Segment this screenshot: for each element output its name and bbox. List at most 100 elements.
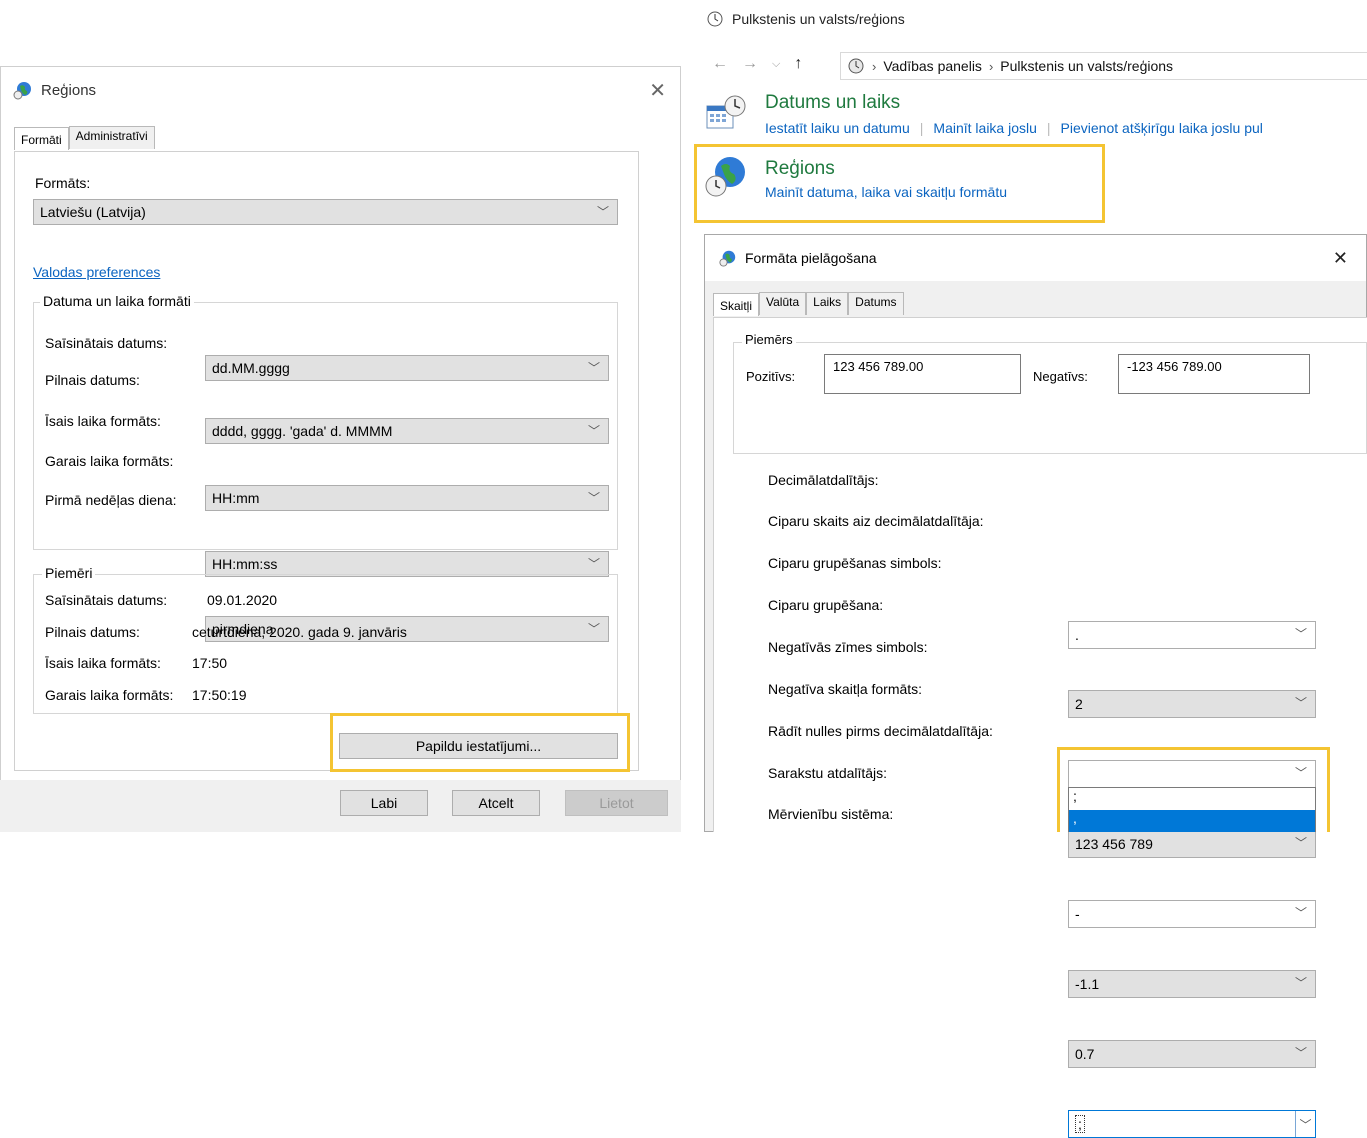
chevron-down-icon: ﹀ [1294, 906, 1307, 920]
example-label: Īsais laika formāts: [45, 655, 161, 671]
negative-sample-box: -123 456 789.00 [1118, 354, 1310, 394]
chevron-down-icon: ﹀ [1294, 836, 1307, 850]
format-label: Formāts: [35, 175, 91, 191]
select-value: - [1075, 906, 1080, 922]
tab-administrative[interactable]: Administratīvi [68, 126, 155, 149]
example-value: 09.01.2020 [207, 592, 278, 608]
field-label: Garais laika formāts: [45, 453, 174, 469]
format-select[interactable]: Latviešu (Latvija) ﹀ [33, 199, 618, 225]
setting-label: Rādīt nulles pirms decimālatdalītāja: [768, 723, 993, 739]
link-separator: | [919, 120, 924, 136]
up-arrow-icon[interactable]: ↑ [794, 55, 802, 73]
calendar-clock-icon [706, 94, 748, 132]
setting-label: Negatīva skaitļa formāts: [768, 681, 923, 697]
language-preferences-link[interactable]: Valodas preferences [33, 264, 160, 280]
recent-dropdown-icon[interactable]: ⌵ [772, 58, 780, 71]
region-dialog-titlebar: Reģions ✕ [1, 67, 680, 113]
list-separator-highlight [1057, 747, 1330, 832]
positive-sample-box: 123 456 789.00 [824, 354, 1021, 394]
field-label: Pirmā nedēļas diena: [45, 492, 177, 508]
chevron-down-icon: ﹀ [587, 424, 600, 438]
back-arrow-icon[interactable]: ← [712, 55, 728, 73]
customize-dialog-titlebar: Formāta pielāgošana ✕ [705, 235, 1366, 281]
chevron-down-icon: ﹀ [587, 557, 600, 571]
ok-button[interactable]: Labi [340, 790, 428, 816]
select-value: . [1075, 627, 1079, 643]
example-value: ceturtdiena, 2020. gada 9. janvāris [192, 624, 407, 640]
forward-arrow-icon[interactable]: → [742, 55, 758, 73]
address-bar[interactable]: › Vadības panelis › Pulkstenis un valsts… [840, 52, 1367, 80]
field-label: Pilnais datums: [45, 372, 140, 388]
link-change-timezone[interactable]: Mainīt laika joslu [933, 120, 1037, 136]
negative-sign-select[interactable]: - ﹀ [1068, 900, 1316, 928]
control-panel-title: Pulkstenis un valsts/reģions [732, 11, 905, 27]
leading-zeros-select[interactable]: 0.7 ﹀ [1068, 1040, 1316, 1068]
positive-label: Pozitīvs: [746, 369, 796, 384]
globe-icon [719, 249, 737, 267]
select-value: 123 456 789 [1075, 836, 1153, 852]
nav-buttons: ← → ⌵ ↑ [712, 55, 802, 73]
setting-label: Ciparu grupēšana: [768, 597, 884, 613]
select-value: 2 [1075, 696, 1083, 712]
section-title-date-time[interactable]: Datums un laiks [765, 92, 900, 114]
setting-label: Ciparu skaits aiz decimālatdalītāja: [768, 513, 984, 529]
chevron-down-icon: ﹀ [1294, 1046, 1307, 1060]
select-value: 0.7 [1075, 1046, 1095, 1062]
link-add-clocks[interactable]: Pievienot atšķirīgu laika joslu pul [1061, 120, 1263, 136]
short-date-select[interactable]: dd.MM.gggg ﹀ [205, 355, 609, 381]
field-label: Saīsinātais datums: [45, 335, 168, 351]
breadcrumb-item[interactable]: Pulkstenis un valsts/reģions [1000, 58, 1173, 74]
cancel-button[interactable]: Atcelt [452, 790, 540, 816]
close-icon[interactable]: ✕ [1333, 248, 1348, 269]
short-time-select[interactable]: HH:mm ﹀ [205, 485, 609, 511]
control-panel-icon [706, 10, 724, 28]
example-label: Garais laika formāts: [45, 687, 174, 703]
apply-button[interactable]: Lietot [565, 790, 668, 816]
select-value: HH:mm:ss [212, 556, 278, 572]
list-separator-select[interactable]: ; ﹀ [1068, 1110, 1316, 1138]
breadcrumb-item[interactable]: Vadības panelis [883, 58, 982, 74]
setting-label: Negatīvās zīmes simbols: [768, 639, 928, 655]
region-dialog-title: Reģions [41, 81, 97, 99]
tab-currency[interactable]: Valūta [759, 292, 807, 315]
date-time-links: Iestatīt laiku un datumu | Mainīt laika … [765, 120, 1263, 136]
digit-grouping-select[interactable]: 123 456 789 ﹀ [1068, 830, 1316, 858]
select-value: -1.1 [1075, 976, 1100, 992]
tab-date[interactable]: Datums [848, 292, 904, 315]
link-set-time-date[interactable]: Iestatīt laiku un datumu [765, 120, 910, 136]
chevron-down-icon: ﹀ [587, 491, 600, 505]
customize-dialog-title: Formāta pielāgošana [745, 250, 877, 266]
chevron-down-icon: ﹀ [1294, 627, 1307, 641]
control-panel-icon-small [847, 57, 865, 75]
chevron-down-icon: ﹀ [1295, 1111, 1315, 1137]
tab-numbers[interactable]: Skaitļi [713, 293, 760, 316]
region-highlight [694, 144, 1105, 223]
example-label: Saīsinātais datums: [45, 592, 168, 608]
negative-label: Negatīvs: [1033, 369, 1088, 384]
close-icon[interactable]: ✕ [649, 78, 666, 103]
select-value: dd.MM.gggg [212, 360, 290, 376]
field-label: Īsais laika formāts: [45, 413, 161, 429]
date-time-formats-legend: Datuma un laika formāti [40, 293, 194, 309]
select-value: dddd, gggg. 'gada' d. MMMM [212, 423, 393, 439]
long-date-select[interactable]: dddd, gggg. 'gada' d. MMMM ﹀ [205, 418, 609, 444]
negative-number-format-select[interactable]: -1.1 ﹀ [1068, 970, 1316, 998]
chevron-right-icon: › [872, 58, 877, 74]
chevron-down-icon: ﹀ [1294, 976, 1307, 990]
chevron-right-icon: › [988, 58, 994, 74]
customize-tabs: Skaitļi Valūta Laiks Datums [713, 292, 904, 316]
digits-after-decimal-select[interactable]: 2 ﹀ [1068, 690, 1316, 718]
additional-settings-button[interactable]: Papildu iestatījumi... [339, 733, 618, 759]
chevron-down-icon: ﹀ [1294, 696, 1307, 710]
chevron-down-icon: ﹀ [587, 361, 600, 375]
example-value: 17:50 [192, 655, 228, 671]
setting-label: Decimālatdalītājs: [768, 472, 879, 488]
decimal-symbol-select[interactable]: . ﹀ [1068, 621, 1316, 649]
tab-time[interactable]: Laiks [806, 292, 849, 315]
tab-formats[interactable]: Formāti [14, 127, 69, 150]
sample-legend: Piemērs [742, 332, 796, 347]
setting-label: Ciparu grupēšanas simbols: [768, 555, 942, 571]
example-label: Pilnais datums: [45, 624, 140, 640]
setting-label: Sarakstu atdalītājs: [768, 765, 888, 781]
control-panel-titlebar: Pulkstenis un valsts/reģions [706, 10, 905, 28]
